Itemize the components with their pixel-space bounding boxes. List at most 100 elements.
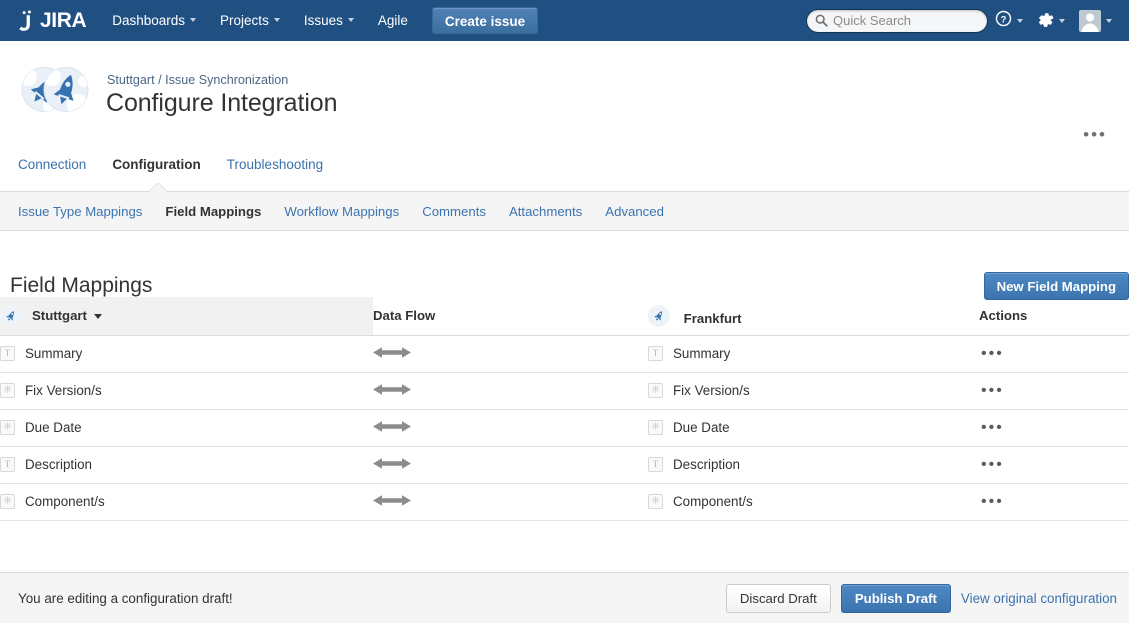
row-actions-menu-button[interactable]: •••	[979, 344, 1006, 364]
section-title: Field Mappings	[10, 274, 153, 297]
rocket-icon	[0, 304, 22, 327]
bidirectional-arrow-icon	[373, 457, 648, 473]
row-actions-menu-button[interactable]: •••	[979, 418, 1006, 438]
jira-logo-icon	[18, 10, 39, 32]
row-target-cell: ✳ Component/s	[648, 483, 979, 521]
search-icon	[815, 14, 828, 27]
generic-field-icon: ✳	[648, 383, 663, 398]
row-actions-cell: •••	[979, 483, 1129, 521]
rocket-pair-icon	[18, 65, 92, 114]
text-field-icon: T	[648, 457, 663, 472]
row-actions-menu-button[interactable]: •••	[979, 381, 1006, 401]
subtab-advanced[interactable]: Advanced	[605, 204, 664, 219]
table-row[interactable]: T Description T Description •••	[0, 446, 1129, 484]
nav-item-projects[interactable]: Projects	[208, 0, 292, 41]
settings-menu-button[interactable]	[1030, 0, 1072, 41]
help-menu-button[interactable]: ?	[988, 0, 1030, 41]
generic-field-icon: ✳	[0, 383, 15, 398]
secondary-tab-bar: Issue Type Mappings Field Mappings Workf…	[0, 191, 1129, 231]
profile-menu-button[interactable]	[1072, 0, 1119, 41]
row-target-cell: T Description	[648, 446, 979, 484]
column-header-actions-label: Actions	[979, 308, 1028, 324]
breadcrumb[interactable]: Stuttgart / Issue Synchronization	[107, 73, 288, 87]
field-mappings-table: Stuttgart Data Flow Frankfurt Actions T …	[0, 297, 1129, 521]
section-header: Field Mappings New Field Mapping	[0, 231, 1129, 300]
search-input[interactable]	[833, 13, 983, 28]
text-field-icon: T	[0, 346, 15, 361]
column-header-actions: Actions	[979, 297, 1129, 336]
row-target-cell: ✳ Due Date	[648, 409, 979, 447]
footer-actions: Discard Draft Publish Draft View origina…	[725, 583, 1117, 613]
table-row[interactable]: ✳ Component/s ✳ Component/s •••	[0, 483, 1129, 521]
publish-draft-button[interactable]: Publish Draft	[840, 583, 951, 613]
column-header-target-label: Frankfurt	[683, 310, 742, 326]
subtab-attachments[interactable]: Attachments	[509, 204, 582, 219]
table-header-row: Stuttgart Data Flow Frankfurt Actions	[0, 297, 1129, 336]
row-source-cell: ✳ Fix Version/s	[0, 372, 373, 410]
row-data-flow-cell	[373, 372, 648, 410]
nav-item-agile-label: Agile	[377, 13, 408, 28]
draft-footer-bar: You are editing a configuration draft! D…	[0, 572, 1129, 623]
tab-troubleshooting[interactable]: Troubleshooting	[227, 155, 323, 175]
table-row[interactable]: T Summary T Summary •••	[0, 335, 1129, 373]
column-header-source-label: Stuttgart	[32, 308, 87, 324]
row-source-label: Summary	[25, 346, 83, 361]
subtab-comments[interactable]: Comments	[422, 204, 486, 219]
nav-item-dashboards[interactable]: Dashboards	[100, 0, 208, 41]
row-source-label: Fix Version/s	[25, 383, 102, 398]
bidirectional-arrow-icon	[373, 346, 648, 362]
row-actions-menu-button[interactable]: •••	[979, 492, 1006, 512]
draft-status-message: You are editing a configuration draft!	[18, 590, 233, 606]
text-field-icon: T	[648, 346, 663, 361]
row-data-flow-cell	[373, 335, 648, 373]
row-source-label: Component/s	[25, 494, 105, 509]
discard-draft-button[interactable]: Discard Draft	[725, 583, 831, 613]
nav-item-issues[interactable]: Issues	[292, 0, 366, 41]
nav-item-agile[interactable]: Agile	[366, 0, 420, 41]
nav-item-projects-label: Projects	[220, 13, 269, 28]
jira-logo[interactable]: JIRA	[18, 0, 87, 41]
create-issue-button[interactable]: Create issue	[431, 7, 539, 34]
chevron-down-icon	[1059, 18, 1065, 23]
gear-icon	[1037, 10, 1054, 32]
subtab-workflow-mappings[interactable]: Workflow Mappings	[284, 204, 399, 219]
header-more-actions-button[interactable]: •••	[1083, 126, 1107, 143]
generic-field-icon: ✳	[0, 494, 15, 509]
row-target-label: Fix Version/s	[673, 383, 750, 398]
bidirectional-arrow-icon	[373, 494, 648, 510]
page-title: Configure Integration	[106, 89, 338, 117]
row-actions-cell: •••	[979, 335, 1129, 373]
row-target-cell: T Summary	[648, 335, 979, 373]
chevron-down-icon	[1106, 18, 1112, 23]
subtab-issue-type-mappings[interactable]: Issue Type Mappings	[18, 204, 142, 219]
row-target-label: Due Date	[673, 420, 730, 435]
tab-connection[interactable]: Connection	[18, 155, 86, 175]
svg-text:?: ?	[1001, 14, 1007, 25]
row-data-flow-cell	[373, 409, 648, 447]
jira-logo-text: JIRA	[40, 9, 87, 32]
generic-field-icon: ✳	[648, 494, 663, 509]
sort-descending-icon	[93, 314, 102, 320]
nav-right-group: ?	[806, 0, 1119, 41]
help-circle-icon: ?	[995, 10, 1012, 32]
new-field-mapping-button[interactable]: New Field Mapping	[983, 272, 1129, 300]
quick-search-box[interactable]	[806, 8, 988, 33]
generic-field-icon: ✳	[0, 420, 15, 435]
generic-field-icon: ✳	[648, 420, 663, 435]
row-data-flow-cell	[373, 446, 648, 484]
column-header-source[interactable]: Stuttgart	[0, 297, 373, 336]
table-row[interactable]: ✳ Due Date ✳ Due Date •••	[0, 409, 1129, 447]
page-header: Stuttgart / Issue Synchronization Config…	[0, 41, 1129, 151]
chevron-down-icon	[190, 18, 197, 23]
primary-tab-bar: Connection Configuration Troubleshooting	[0, 155, 1129, 190]
subtab-field-mappings[interactable]: Field Mappings	[165, 204, 261, 219]
row-data-flow-cell	[373, 483, 648, 521]
jira-configure-integration-page: JIRA Dashboards Projects Issues Agile Cr…	[0, 0, 1129, 623]
view-original-configuration-link[interactable]: View original configuration	[961, 591, 1117, 606]
table-row[interactable]: ✳ Fix Version/s ✳ Fix Version/s •••	[0, 372, 1129, 410]
tab-configuration[interactable]: Configuration	[112, 155, 200, 175]
row-actions-menu-button[interactable]: •••	[979, 455, 1006, 475]
column-header-target[interactable]: Frankfurt	[648, 297, 979, 336]
top-navigation-bar: JIRA Dashboards Projects Issues Agile Cr…	[0, 0, 1129, 41]
row-source-label: Due Date	[25, 420, 82, 435]
